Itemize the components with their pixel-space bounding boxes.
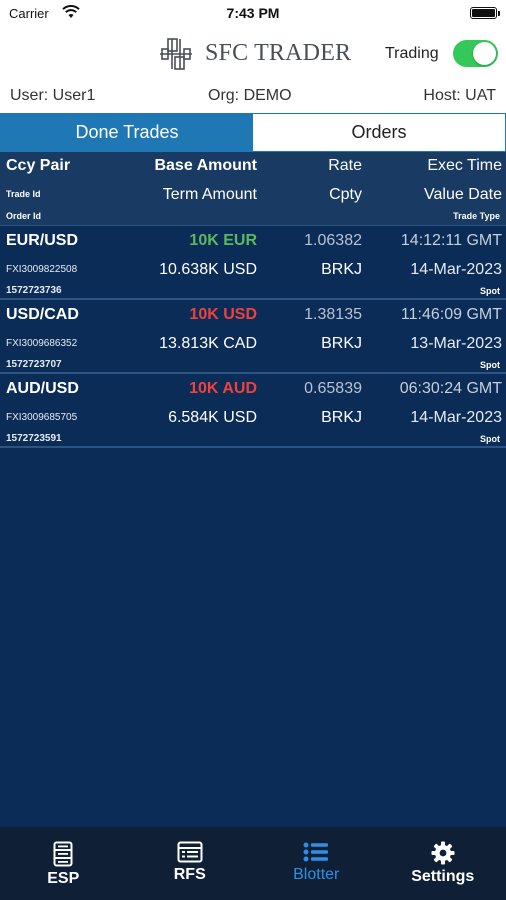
trade-base-amount: 10K USD <box>189 306 257 323</box>
tab-blotter[interactable]: Blotter <box>253 827 380 900</box>
trade-value-date: 13-Mar-2023 <box>410 335 502 352</box>
battery-icon <box>470 7 500 19</box>
trade-base-amount: 10K AUD <box>189 380 257 397</box>
col-base-amount: Base Amount <box>154 157 257 174</box>
blotter-column-header: Ccy Pair Base Amount Rate Exec Time Trad… <box>0 152 506 226</box>
trade-type: Spot <box>480 360 500 370</box>
trade-exec-time: 11:46:09 GMT <box>400 306 502 323</box>
trade-rate: 0.65839 <box>304 380 362 397</box>
trade-order-id: 1572723736 <box>6 285 62 296</box>
trade-rate: 1.06382 <box>304 232 362 249</box>
col-rate: Rate <box>328 157 362 174</box>
trade-row[interactable]: AUD/USD 10K AUD 0.65839 06:30:24 GMT FXI… <box>0 374 506 448</box>
trade-value-date: 14-Mar-2023 <box>410 261 502 278</box>
trade-row[interactable]: USD/CAD 10K USD 1.38135 11:46:09 GMT FXI… <box>0 300 506 374</box>
server-icon <box>53 841 73 867</box>
trade-value-date: 14-Mar-2023 <box>410 409 502 426</box>
col-trade-type: Trade Type <box>453 211 500 221</box>
user-label: User: User1 <box>10 87 96 104</box>
trade-type: Spot <box>480 286 500 296</box>
trade-term-amount: 6.584K USD <box>168 409 257 426</box>
tab-settings-label: Settings <box>411 868 475 885</box>
col-term-amount: Term Amount <box>162 186 257 203</box>
list-box-icon <box>177 841 203 863</box>
trade-cpty: BRKJ <box>321 335 362 352</box>
tab-rfs-label: RFS <box>173 866 206 883</box>
tab-orders[interactable]: Orders <box>253 114 505 151</box>
col-value-date: Value Date <box>424 186 502 203</box>
host-label: Host: UAT <box>423 87 496 104</box>
trade-exec-time: 14:12:11 GMT <box>400 232 502 249</box>
col-trade-id: Trade Id <box>6 189 41 199</box>
trade-row[interactable]: EUR/USD 10K EUR 1.06382 14:12:11 GMT FXI… <box>0 226 506 300</box>
app-header: SFC TRADER Trading <box>0 28 506 82</box>
app-title: SFC TRADER <box>205 40 352 66</box>
tab-esp-label: ESP <box>47 870 80 887</box>
tab-rfs[interactable]: RFS <box>127 827 254 900</box>
col-ccy-pair: Ccy Pair <box>6 157 71 174</box>
col-order-id: Order Id <box>6 211 42 221</box>
trade-pair: EUR/USD <box>6 232 79 249</box>
trade-id: FXI3009686352 <box>6 338 78 349</box>
trade-pair: USD/CAD <box>6 306 79 323</box>
trade-cpty: BRKJ <box>321 261 362 278</box>
status-time: 7:43 PM <box>226 5 280 21</box>
bottom-tab-bar: ESP RFS Blotter Settings <box>0 827 506 900</box>
trade-term-amount: 13.813K CAD <box>159 335 257 352</box>
trade-base-amount: 10K EUR <box>189 232 257 249</box>
bullet-list-icon <box>303 842 329 862</box>
trading-label: Trading <box>385 45 439 62</box>
tab-esp[interactable]: ESP <box>0 827 127 900</box>
trade-exec-time: 06:30:24 GMT <box>399 380 502 397</box>
app-logo-icon <box>160 38 192 70</box>
tab-done-trades[interactable]: Done Trades <box>1 114 253 151</box>
session-info: User: User1 Org: DEMO Host: UAT <box>0 82 506 112</box>
trade-order-id: 1572723707 <box>6 359 62 370</box>
trade-id: FXI3009822508 <box>6 264 78 275</box>
tab-settings[interactable]: Settings <box>380 827 506 900</box>
segmented-tabs: Done Trades Orders <box>0 113 506 152</box>
trade-id: FXI3009685705 <box>6 412 78 423</box>
battery-level <box>472 9 495 17</box>
gear-icon <box>431 841 455 865</box>
col-exec-time: Exec Time <box>427 157 502 174</box>
trade-term-amount: 10.638K USD <box>159 261 257 278</box>
trade-rate: 1.38135 <box>304 306 362 323</box>
trading-toggle[interactable] <box>453 40 498 67</box>
trade-blotter: Ccy Pair Base Amount Rate Exec Time Trad… <box>0 152 506 827</box>
trade-order-id: 1572723591 <box>6 433 62 444</box>
col-cpty: Cpty <box>329 186 362 203</box>
tab-blotter-label: Blotter <box>293 866 340 883</box>
trade-pair: AUD/USD <box>6 380 79 397</box>
trade-type: Spot <box>480 434 500 444</box>
org-label: Org: DEMO <box>208 87 292 104</box>
trade-cpty: BRKJ <box>321 409 362 426</box>
status-bar: Carrier 7:43 PM <box>0 0 506 28</box>
toggle-knob <box>473 42 496 65</box>
